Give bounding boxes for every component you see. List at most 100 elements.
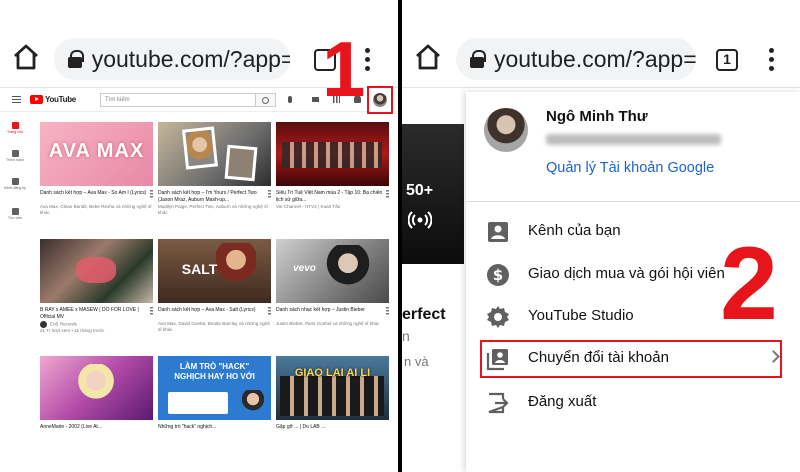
background-video-meta: n và (404, 354, 429, 369)
video-card[interactable]: SALT Danh sách kết hợp – Ava Max - Salt … (158, 239, 271, 334)
youtube-logo[interactable]: YouTube (30, 95, 76, 104)
thumbnail-text: LÀM TRÒ "HACK" NGHỊCH HAY HO VỚI (174, 362, 255, 382)
video-meta: Madilyn Paige, Perfect Two, Auburn và nh… (158, 204, 268, 216)
switch-account-highlight (480, 340, 782, 378)
video-card[interactable]: vevo Danh sách nhạc kết hợp – Justin Bie… (276, 239, 389, 327)
step-number-2: 2 (720, 226, 778, 342)
video-thumbnail[interactable]: GIAO LAI AI LI (276, 356, 389, 420)
lock-icon (470, 50, 486, 68)
account-avatar-highlight[interactable] (367, 86, 393, 114)
side-nav-label: Thịnh hành (6, 158, 24, 162)
thumbnail-text: AVA MAX (48, 140, 145, 162)
left-panel: youtube.com/?app= YouTube Tìm kiếm Trang… (0, 0, 398, 472)
menu-item-label: Đăng xuất (528, 393, 597, 410)
url-text: youtube.com/?app= (91, 45, 290, 72)
create-video-icon[interactable] (312, 97, 319, 102)
video-card[interactable]: LÀM TRÒ "HACK" NGHỊCH HAY HO VỚI Những t… (158, 356, 271, 438)
video-thumbnail[interactable] (276, 122, 389, 186)
video-thumbnail[interactable] (40, 239, 153, 303)
menu-item-label: Giao dịch mua và gói hội viên (528, 265, 725, 282)
video-title[interactable]: Những trò "hack" nghịch... (158, 424, 271, 438)
menu-item-sign-out[interactable]: Đăng xuất (466, 381, 800, 423)
microphone-icon[interactable] (288, 96, 292, 103)
browser-toolbar: youtube.com/?app= 1 (402, 0, 800, 88)
subscriptions-icon (11, 178, 19, 185)
youtube-logo-text: YouTube (45, 95, 76, 104)
side-nav-trending[interactable]: Thịnh hành (4, 150, 26, 163)
video-card[interactable]: Siêu Trí Tuệ Việt Nam mùa 2 - Tập 10: Bạ… (276, 122, 389, 210)
video-thumbnail[interactable] (158, 122, 271, 186)
more-options-icon[interactable] (768, 48, 774, 72)
person-box-icon (488, 222, 508, 242)
video-title[interactable]: AnneMarie - 2002 (Live At... (40, 424, 153, 438)
video-title[interactable]: Danh sách kết hợp – Ava Max - So Am I (L… (40, 190, 153, 204)
video-thumbnail[interactable]: AVA MAX (40, 122, 153, 186)
video-thumbnail[interactable]: vevo (276, 239, 389, 303)
side-nav-home[interactable]: Trang chủ (4, 122, 26, 135)
thumbnail-text: SALT (181, 261, 218, 277)
tutorial-screenshot: youtube.com/?app= YouTube Tìm kiếm Trang… (0, 0, 800, 472)
video-card[interactable]: B RAY x AMEE x MASEW | DO FOR LOVE | Off… (40, 239, 153, 335)
video-menu-icon[interactable] (268, 190, 271, 199)
background-video-title: erfect (402, 306, 446, 323)
gear-icon (487, 306, 509, 328)
youtube-side-nav: Trang chủ Thịnh hành Kênh đăng ký Thư vi… (0, 112, 30, 472)
home-icon[interactable] (12, 44, 40, 70)
video-menu-icon[interactable] (150, 190, 153, 199)
account-header: Ngô Minh Thư Quản lý Tài khoản Google (466, 92, 800, 202)
vevo-logo: vevo (293, 263, 316, 274)
video-card[interactable]: GIAO LAI AI LI Gặp gỡ ... | Do LAB ... (276, 356, 389, 438)
flame-icon (11, 150, 19, 157)
side-nav-library[interactable]: Thư viện (4, 208, 26, 221)
side-nav-label: Kênh đăng ký (4, 186, 26, 190)
video-title[interactable]: Gặp gỡ ... | Do LAB ... (276, 424, 389, 438)
address-bar[interactable]: youtube.com/?app= (456, 38, 696, 80)
step-number-1: 1 (322, 25, 366, 113)
video-title[interactable]: Siêu Trí Tuệ Việt Nam mùa 2 - Tập 10: Bạ… (276, 190, 389, 204)
video-thumbnail[interactable]: LÀM TRÒ "HACK" NGHỊCH HAY HO VỚI (158, 356, 271, 420)
search-input[interactable]: Tìm kiếm (100, 93, 256, 107)
account-name: Ngô Minh Thư (546, 108, 648, 125)
dollar-circle-icon: $ (487, 264, 509, 286)
video-card[interactable]: Danh sách kết hợp – I'm Yours / Perfect … (158, 122, 271, 217)
side-nav-subscriptions[interactable]: Kênh đăng ký (4, 178, 26, 191)
right-panel: youtube.com/?app= 1 50+ erfect n n và Ng… (402, 0, 800, 472)
tab-switcher-button[interactable]: 1 (716, 49, 738, 71)
video-meta: Justin Bieber, Paris Goebel và những ngh… (276, 321, 380, 326)
video-title[interactable]: Danh sách nhạc kết hợp – Justin Bieber (276, 307, 389, 321)
video-menu-icon[interactable] (386, 307, 389, 316)
video-meta: Vie Channel - HTV2 | Kuan Tân (276, 204, 341, 209)
channel-avatar[interactable] (40, 321, 47, 328)
account-email-blurred (546, 134, 721, 145)
background-video-thumbnail: 50+ (402, 124, 464, 264)
channel-name[interactable]: EvB Records (50, 322, 77, 327)
thumbnail-text: GIAO LAI AI LI (294, 367, 371, 379)
video-title[interactable]: Danh sách kết hợp – Ava Max - Salt (Lyri… (158, 307, 271, 321)
video-menu-icon[interactable] (268, 307, 271, 316)
video-menu-icon[interactable] (150, 307, 153, 316)
video-title[interactable]: B RAY x AMEE x MASEW | DO FOR LOVE | Off… (40, 307, 153, 321)
background-video-count: 50+ (406, 182, 434, 199)
menu-item-label: Kênh của bạn (528, 222, 621, 239)
side-nav-label: Trang chủ (6, 130, 24, 134)
manage-google-account-link[interactable]: Quản lý Tài khoản Google (546, 160, 714, 176)
video-title[interactable]: Danh sách kết hợp – I'm Yours / Perfect … (158, 190, 271, 204)
hamburger-menu-icon[interactable] (12, 96, 21, 103)
lock-icon (68, 50, 84, 68)
url-text: youtube.com/?app= (493, 45, 696, 72)
side-nav-label: Thư viện (7, 216, 23, 220)
address-bar[interactable]: youtube.com/?app= (54, 38, 290, 80)
background-video-meta: n (402, 328, 410, 344)
video-thumbnail[interactable]: SALT (158, 239, 271, 303)
video-menu-icon[interactable] (386, 190, 389, 199)
video-thumbnail[interactable] (40, 356, 153, 420)
avatar[interactable] (373, 93, 387, 107)
svg-text:$: $ (493, 266, 503, 284)
sign-out-icon (488, 392, 509, 414)
home-icon[interactable] (414, 44, 442, 70)
video-card[interactable]: AnneMarie - 2002 (Live At... (40, 356, 153, 438)
youtube-play-icon (30, 95, 43, 104)
search-button[interactable] (256, 93, 276, 107)
video-meta: Ava Max, David Guetta, Brodie Barclay và… (158, 321, 270, 333)
video-card[interactable]: AVA MAX Danh sách kết hợp – Ava Max - So… (40, 122, 153, 217)
